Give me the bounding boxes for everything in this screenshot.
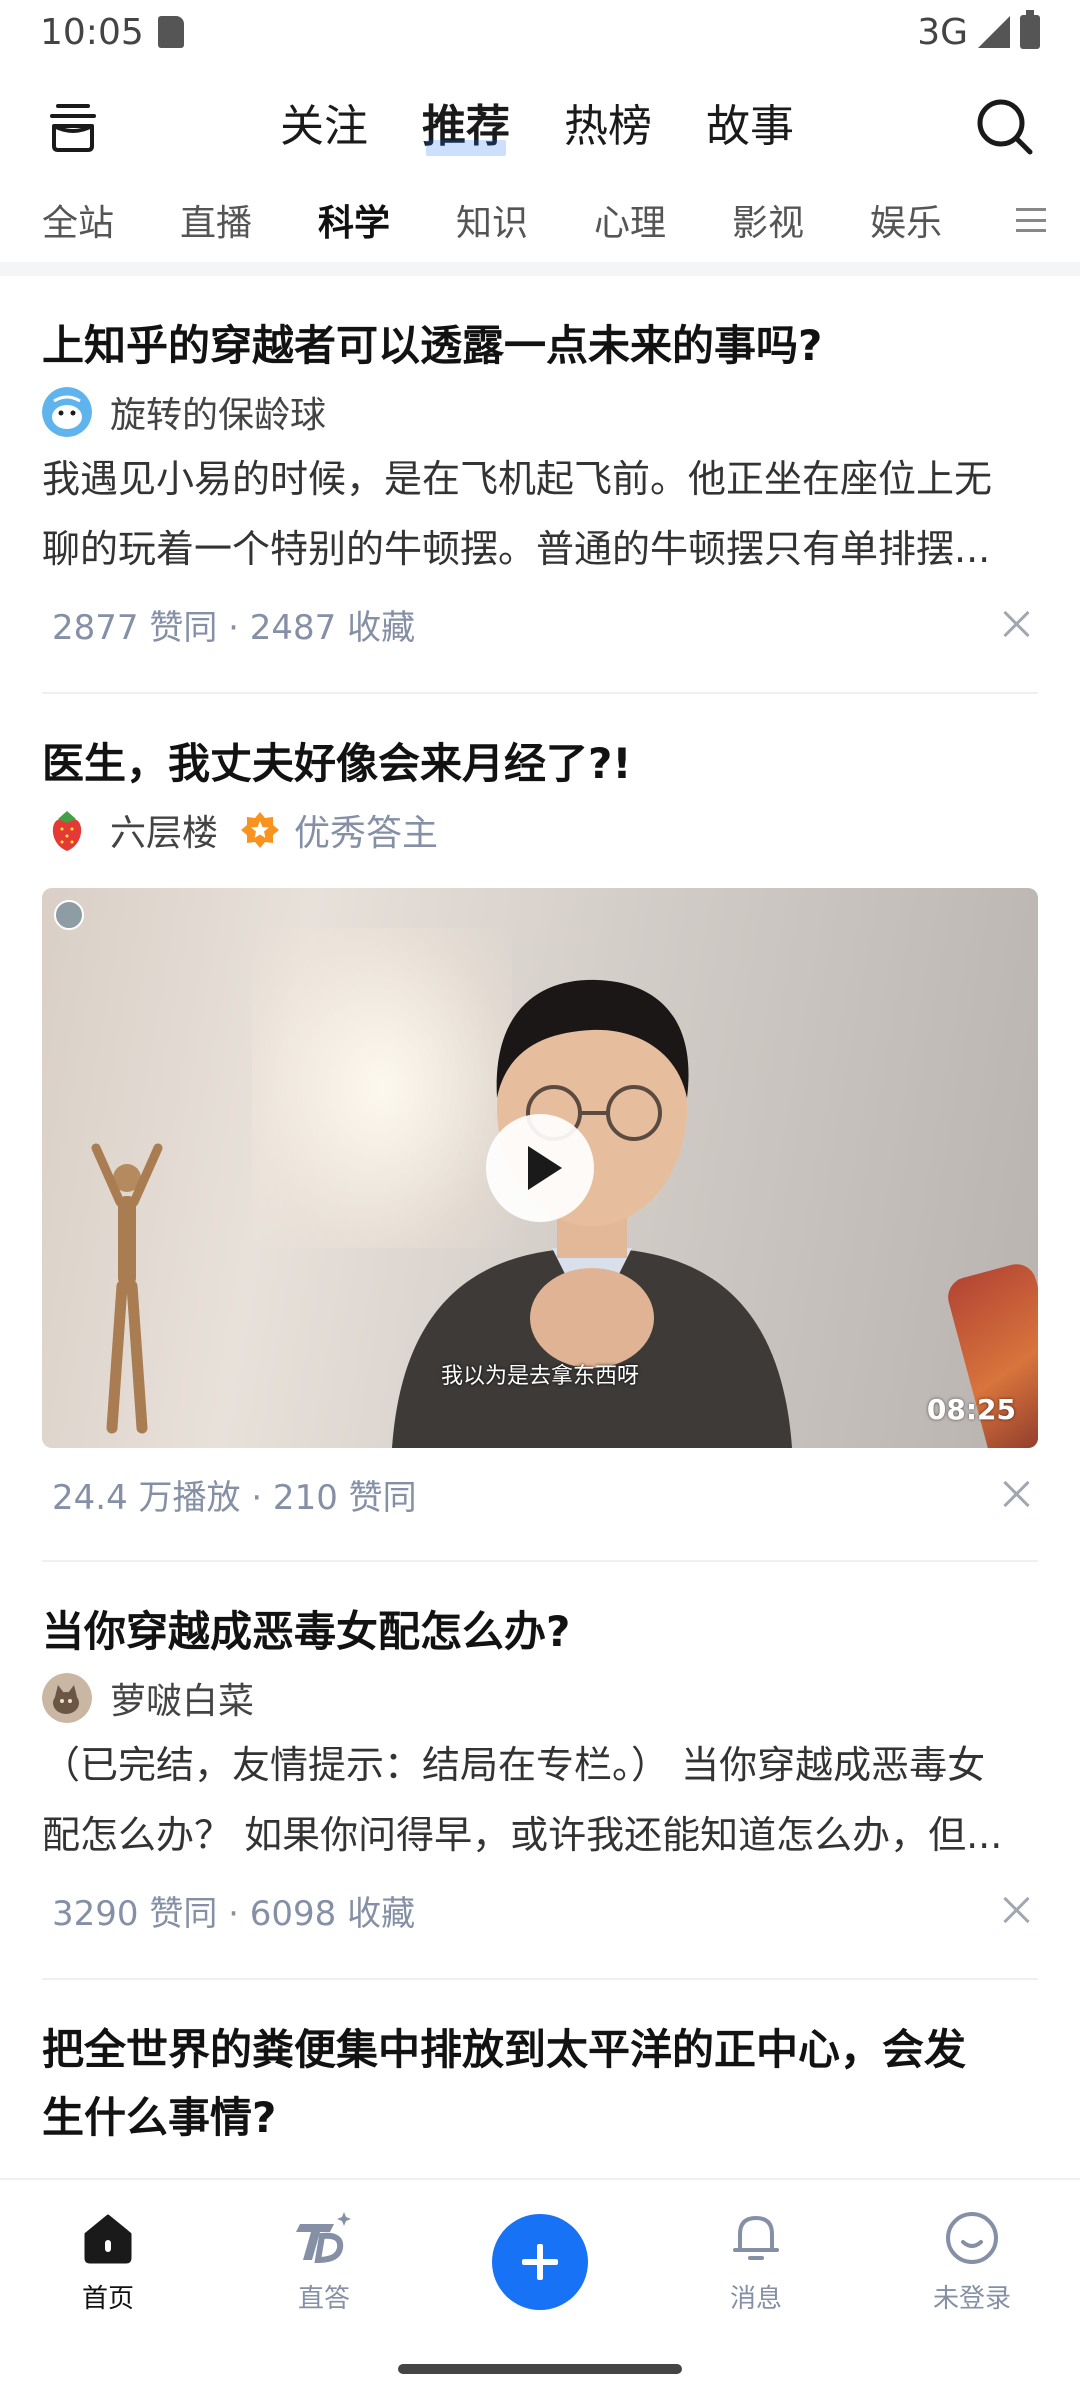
strawberry-avatar-icon bbox=[52, 811, 82, 851]
card-title[interactable]: 当你穿越成恶毒女配怎么办? bbox=[42, 1598, 1038, 1666]
dismiss-close-icon[interactable] bbox=[1002, 1895, 1032, 1925]
card-stats: 24.4 万播放 · 210 赞同 bbox=[52, 1477, 417, 1518]
category-tabs: 全站 直播 科学 知识 心理 影视 娱乐 bbox=[0, 180, 1080, 260]
channel-logo-icon bbox=[54, 900, 84, 930]
card-stats: 3290 赞同 · 6098 收藏 bbox=[52, 1893, 416, 1934]
category-psychology[interactable]: 心理 bbox=[594, 194, 732, 246]
nav-zhida-label: 直答 bbox=[297, 2284, 350, 2314]
create-plus-button[interactable] bbox=[492, 2214, 588, 2310]
network-type: 3G bbox=[917, 11, 968, 53]
feed-card[interactable]: 医生，我丈夫好像会来月经了?! 六层楼 优秀答主 我以为是去拿东西呀 08:25… bbox=[42, 694, 1038, 1562]
category-film[interactable]: 影视 bbox=[732, 194, 870, 246]
profile-icon bbox=[946, 2212, 998, 2264]
author-name: 旋转的保龄球 bbox=[110, 395, 327, 436]
zhida-icon bbox=[296, 2212, 351, 2264]
video-subtitle: 我以为是去拿东西呀 bbox=[440, 1364, 639, 1389]
video-duration: 08:25 bbox=[926, 1393, 1016, 1426]
nav-zhida[interactable]: 直答 bbox=[244, 2208, 404, 2315]
feed-card[interactable]: 上知乎的穿越者可以透露一点未来的事吗? 旋转的保龄球 我遇见小易的时候，是在飞机… bbox=[42, 276, 1038, 694]
author-name: 萝啵白菜 bbox=[110, 1681, 255, 1722]
nav-profile-label: 未登录 bbox=[932, 2284, 1011, 2314]
author-name: 六层楼 bbox=[110, 813, 219, 854]
feed-card[interactable]: 把全世界的粪便集中排放到太平洋的正中心，会发 生什么事情? bbox=[42, 1980, 1038, 2178]
status-bar: 10:05 3G bbox=[0, 0, 1080, 64]
card-meta: 2877 赞同 · 2487 收藏 bbox=[42, 584, 1038, 664]
nav-home[interactable]: 首页 bbox=[28, 2208, 188, 2315]
card-stats: 2877 赞同 · 2487 收藏 bbox=[52, 607, 416, 648]
feed: 上知乎的穿越者可以透露一点未来的事吗? 旋转的保龄球 我遇见小易的时候，是在飞机… bbox=[0, 276, 1080, 2178]
dismiss-close-icon[interactable] bbox=[1002, 1479, 1032, 1509]
category-science[interactable]: 科学 bbox=[318, 194, 456, 246]
feed-card[interactable]: 当你穿越成恶毒女配怎么办? 萝啵白菜 （已完结，友情提示：结局在专栏。） 当你穿… bbox=[42, 1562, 1038, 1980]
category-entertainment[interactable]: 娱乐 bbox=[870, 194, 1008, 246]
play-button[interactable] bbox=[486, 1114, 594, 1222]
tab-stories[interactable]: 故事 bbox=[706, 90, 794, 162]
search-icon[interactable] bbox=[974, 96, 1036, 158]
dismiss-close-icon[interactable] bbox=[1002, 609, 1032, 639]
category-all[interactable]: 全站 bbox=[42, 194, 180, 246]
author-row[interactable]: 旋转的保龄球 bbox=[42, 380, 1038, 444]
nav-home-label: 首页 bbox=[81, 2284, 134, 2314]
author-badge-label: 优秀答主 bbox=[294, 813, 439, 854]
home-indicator[interactable] bbox=[398, 2364, 682, 2374]
battery-icon bbox=[1020, 10, 1040, 49]
avatar bbox=[42, 387, 92, 437]
video-player[interactable]: 我以为是去拿东西呀 08:25 bbox=[42, 888, 1038, 1448]
screen: 10:05 3G 关注 推荐 热榜 故事 全站 直播 科学 知识 心理 影视 娱… bbox=[0, 0, 1080, 2400]
nav-messages-label: 消息 bbox=[729, 2284, 782, 2314]
card-title[interactable]: 把全世界的粪便集中排放到太平洋的正中心，会发 生什么事情? bbox=[42, 2016, 1038, 2152]
card-title[interactable]: 上知乎的穿越者可以透露一点未来的事吗? bbox=[42, 312, 1038, 380]
card-title[interactable]: 医生，我丈夫好像会来月经了?! bbox=[42, 730, 1038, 798]
home-icon bbox=[84, 2214, 132, 2264]
signal-icon bbox=[978, 16, 1010, 48]
card-excerpt[interactable]: 我遇见小易的时候，是在飞机起飞前。他正坐在座位上无 聊的玩着一个特别的牛顿摆。普… bbox=[42, 444, 1038, 584]
author-row[interactable]: 六层楼 优秀答主 bbox=[42, 798, 1038, 862]
avatar bbox=[42, 1673, 92, 1723]
category-live[interactable]: 直播 bbox=[180, 194, 318, 246]
card-meta: 3290 赞同 · 6098 收藏 bbox=[42, 1870, 1038, 1950]
top-nav: 关注 推荐 热榜 故事 bbox=[0, 78, 1080, 178]
nav-profile[interactable]: 未登录 bbox=[892, 2208, 1052, 2315]
excellent-answerer-badge-icon bbox=[241, 812, 280, 848]
main-tabs: 关注 推荐 热榜 故事 bbox=[280, 90, 794, 162]
bell-icon bbox=[733, 2216, 779, 2260]
tab-recommend[interactable]: 推荐 bbox=[422, 90, 510, 162]
card-meta: 24.4 万播放 · 210 赞同 bbox=[42, 1454, 1038, 1534]
sd-card-icon bbox=[157, 16, 184, 48]
section-divider bbox=[0, 262, 1080, 276]
category-menu-icon[interactable] bbox=[1016, 202, 1046, 238]
wooden-mannequin-figure bbox=[91, 1143, 163, 1434]
card-excerpt[interactable]: （已完结，友情提示：结局在专栏。） 当你穿越成恶毒女 配怎么办？ 如果你问得早，… bbox=[42, 1730, 1038, 1870]
tab-follow[interactable]: 关注 bbox=[280, 90, 368, 162]
category-knowledge[interactable]: 知识 bbox=[456, 194, 594, 246]
author-row[interactable]: 萝啵白菜 bbox=[42, 1666, 1038, 1730]
nav-messages[interactable]: 消息 bbox=[676, 2208, 836, 2315]
archive-box-icon[interactable] bbox=[44, 98, 102, 156]
status-time: 10:05 bbox=[40, 11, 144, 53]
tab-hot-list[interactable]: 热榜 bbox=[564, 90, 652, 162]
